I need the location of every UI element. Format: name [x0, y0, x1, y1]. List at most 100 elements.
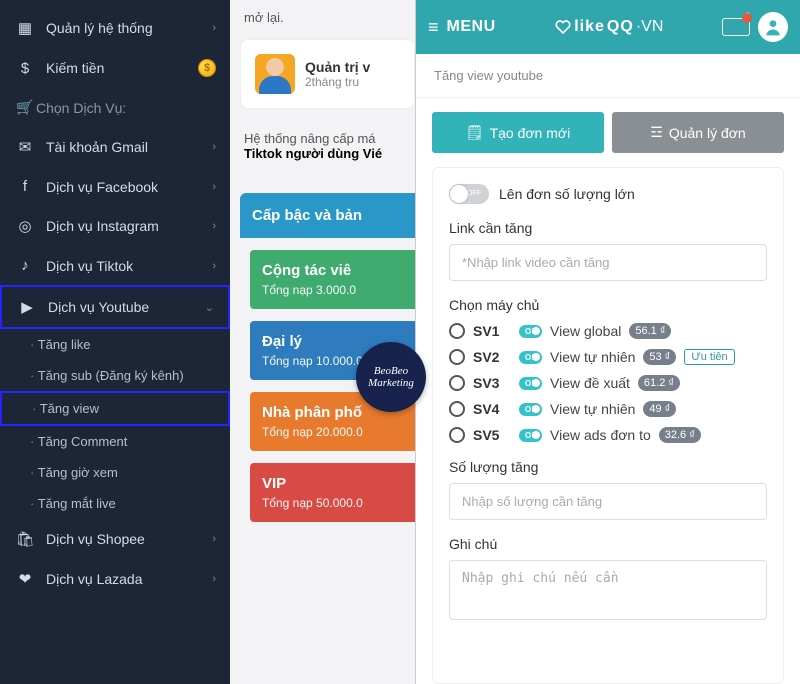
- user-avatar[interactable]: [758, 12, 788, 42]
- tab-manage-order[interactable]: ☲ Quản lý đơn: [612, 112, 784, 153]
- avatar-icon: [255, 54, 295, 94]
- server-price: 49 ₫: [643, 401, 676, 417]
- server-price: 32.6 ₫: [659, 427, 701, 443]
- dollar-icon: $: [14, 60, 36, 77]
- sidebar-item-label: Dịch vụ Youtube: [38, 299, 205, 315]
- note-input[interactable]: [449, 560, 767, 620]
- phone-panel: ≡ MENU likeQQ·VN 0 Tăng view youtube 🗒: [415, 0, 800, 684]
- sidebar-item-1[interactable]: f Dịch vụ Facebook ›: [0, 167, 230, 206]
- server-row-3[interactable]: SV4 ON View tự nhiên 49 ₫: [449, 401, 767, 417]
- admin-title: Quản trị v: [305, 59, 370, 75]
- reopen-text: mở lại.: [240, 10, 415, 39]
- admin-card[interactable]: Quản trị v 2tháng tru: [240, 39, 415, 109]
- tab-new-label: Tạo đơn mới: [490, 125, 571, 141]
- sidebar-subitem-2[interactable]: Tăng view: [0, 391, 230, 426]
- server-name: SV1: [473, 323, 511, 339]
- server-row-4[interactable]: SV5 ON View ads đơn to 32.6 ₫: [449, 427, 767, 443]
- server-desc: View tự nhiên: [550, 349, 635, 365]
- link-input[interactable]: [449, 244, 767, 281]
- system-note: Hệ thống nâng cấp má Tiktok người dùng V…: [240, 119, 415, 173]
- hamburger-icon[interactable]: ≡: [428, 17, 439, 38]
- chevron-icon: ›: [212, 141, 216, 153]
- breadcrumb: Tăng view youtube: [416, 54, 800, 98]
- radio-icon[interactable]: [449, 349, 465, 365]
- radio-icon[interactable]: [449, 401, 465, 417]
- server-label: Chọn máy chủ: [449, 297, 767, 313]
- server-desc: View đề xuất: [550, 375, 630, 391]
- tier-card-3[interactable]: VIP Tổng nạp 50.000.0: [250, 463, 415, 522]
- chevron-icon: ›: [212, 220, 216, 232]
- clipboard-icon: 🗒: [466, 124, 484, 141]
- server-row-2[interactable]: SV3 ON View đề xuất 61.2 ₫: [449, 375, 767, 391]
- server-price: 61.2 ₫: [638, 375, 680, 391]
- sidebar-item-label: Dịch vụ Shopee: [36, 531, 212, 547]
- big-order-label: Lên đơn số lượng lớn: [499, 186, 635, 202]
- chevron-right-icon: ›: [212, 22, 216, 34]
- sidebar-item-3[interactable]: ♪ Dịch vụ Tiktok ›: [0, 246, 230, 285]
- sidebar-item-label: Dịch vụ Lazada: [36, 571, 212, 587]
- chevron-icon: ›: [212, 181, 216, 193]
- grid-icon: ▦: [14, 19, 36, 37]
- brand[interactable]: likeQQ·VN: [504, 18, 714, 36]
- sidebar-subitem-5[interactable]: Tăng mắt live: [0, 488, 230, 519]
- sidebar-system[interactable]: ▦ Quản lý hệ thống ›: [0, 8, 230, 48]
- server-desc: View ads đơn to: [550, 427, 651, 443]
- sidebar-item2-1[interactable]: ❤ Dịch vụ Lazada ›: [0, 559, 230, 599]
- sidebar-item-4[interactable]: ▶ Dịch vụ Youtube ⌄: [0, 285, 230, 329]
- service-icon: 🛍: [14, 530, 36, 548]
- brand-c: ·VN: [636, 18, 664, 36]
- tier-sub: Tổng nạp 3.000.0: [262, 283, 403, 297]
- service-icon: ✉: [14, 138, 36, 156]
- ticket-icon[interactable]: 0: [722, 18, 750, 36]
- sidebar-subitem-3[interactable]: Tăng Comment: [0, 426, 230, 457]
- tab-new-order[interactable]: 🗒 Tạo đơn mới: [432, 112, 604, 153]
- chevron-icon: ⌄: [205, 301, 214, 314]
- brand-b: QQ: [607, 18, 634, 36]
- priority-badge: Ưu tiên: [684, 349, 734, 365]
- note-line-a: Hệ thống nâng cấp má: [244, 131, 376, 146]
- server-name: SV3: [473, 375, 511, 391]
- server-desc: View global: [550, 323, 621, 339]
- sidebar-choose-label: Chọn Dịch Vụ:: [36, 100, 126, 116]
- server-desc: View tự nhiên: [550, 401, 635, 417]
- sidebar-subitem-4[interactable]: Tăng giờ xem: [0, 457, 230, 488]
- sidebar-item-2[interactable]: ◎ Dịch vụ Instagram ›: [0, 206, 230, 246]
- sidebar-item-label: Dịch vụ Tiktok: [36, 258, 212, 274]
- server-row-0[interactable]: SV1 ON View global 56.1 ₫: [449, 323, 767, 339]
- service-icon: ◎: [14, 217, 36, 235]
- service-icon: ❤: [14, 570, 36, 588]
- on-badge: ON: [519, 325, 542, 338]
- server-row-1[interactable]: SV2 ON View tự nhiên 53 ₫ Ưu tiên: [449, 349, 767, 365]
- service-icon: f: [14, 178, 36, 195]
- sidebar-section-choose: 🛒 Chọn Dịch Vụ:: [0, 88, 230, 127]
- radio-icon[interactable]: [449, 427, 465, 443]
- brand-a: like: [574, 18, 605, 36]
- sidebar-item2-0[interactable]: 🛍 Dịch vụ Shopee ›: [0, 519, 230, 559]
- qty-input[interactable]: [449, 483, 767, 520]
- beobeo-logo: BeoBeo Marketing: [356, 342, 426, 412]
- sidebar-earn[interactable]: $ Kiếm tiền $: [0, 48, 230, 88]
- sidebar-subitem-0[interactable]: Tăng like: [0, 329, 230, 360]
- sidebar-item-0[interactable]: ✉ Tài khoản Gmail ›: [0, 127, 230, 167]
- server-name: SV4: [473, 401, 511, 417]
- server-price: 53 ₫: [643, 349, 676, 365]
- sidebar-item-label: Dịch vụ Instagram: [36, 218, 212, 234]
- order-form: OFF Lên đơn số lượng lớn Link cần tăng C…: [432, 167, 784, 684]
- tier-header: Cấp bậc và bản: [240, 193, 415, 238]
- radio-icon[interactable]: [449, 323, 465, 339]
- menu-label[interactable]: MENU: [447, 18, 496, 36]
- ticket-count: 0: [745, 11, 750, 21]
- radio-icon[interactable]: [449, 375, 465, 391]
- on-badge: ON: [519, 429, 542, 442]
- sidebar-item-label: Tài khoản Gmail: [36, 139, 212, 155]
- sidebar-earn-label: Kiếm tiền: [36, 60, 198, 76]
- tier-sub: Tổng nạp 50.000.0: [262, 496, 403, 510]
- tier-card-0[interactable]: Cộng tác viê Tổng nạp 3.000.0: [250, 250, 415, 309]
- chevron-icon: ›: [212, 260, 216, 272]
- heart-icon: [554, 18, 572, 36]
- big-order-toggle[interactable]: OFF: [449, 184, 489, 204]
- sidebar-subitem-1[interactable]: Tăng sub (Đăng ký kênh): [0, 360, 230, 391]
- tab-manage-label: Quản lý đơn: [669, 125, 746, 141]
- chevron-right-icon: ›: [212, 533, 216, 545]
- admin-info: Quản trị v 2tháng tru: [305, 59, 370, 89]
